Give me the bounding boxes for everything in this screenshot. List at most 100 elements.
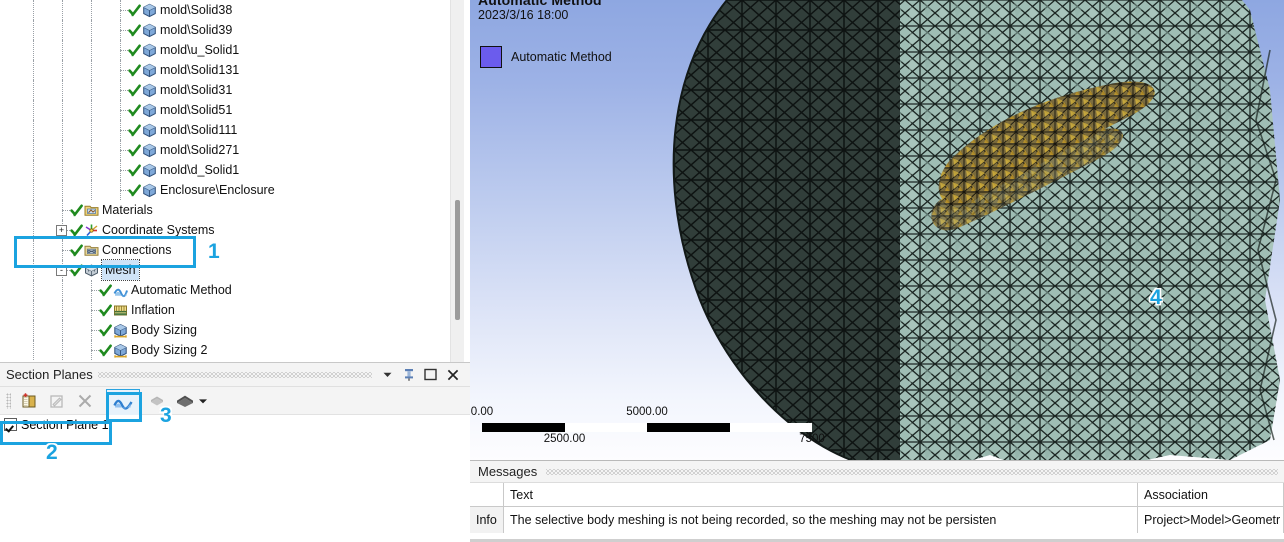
sidebar-item-coordinate-systems[interactable]: + Coordinate Systems [0,220,464,240]
panel-pin-icon[interactable] [400,366,417,383]
sidebar-item-materials[interactable]: Materials [0,200,464,220]
ruler-bar [482,423,812,432]
green-check-icon [70,204,83,217]
new-section-plane-button[interactable] [18,390,40,412]
message-text[interactable]: The selective body meshing is not being … [504,507,1138,533]
messages-column-header-row[interactable]: Text Association [470,483,1284,507]
tree-guide-line [62,100,63,120]
header-dot-fill [98,372,372,378]
tree-expander[interactable]: + [56,225,67,236]
sidebar-item-mold-solid31[interactable]: mold\Solid31 [0,80,464,100]
outline-tree-panel[interactable]: mold\Solid38 mold\Solid39 mold\u_Solid1 [0,0,464,362]
tree-guide-line [33,260,34,280]
messages-dot-fill [546,469,1278,475]
ruler-top-labels: 0.00 5000.00 [471,406,812,422]
panel-close-icon[interactable] [444,366,461,383]
sidebar-item-label: mold\Solid131 [160,63,240,77]
sidebar-item-body-sizing[interactable]: Body Sizing [0,320,464,340]
mesh-svg [672,0,1281,460]
sidebar-item-label: mold\d_Solid1 [160,163,240,177]
ruler-tick-label: 0.00 [470,406,494,418]
viewport-timestamp: 2023/3/16 18:00 [478,8,569,22]
ruler-segment [729,423,812,432]
solid-body-icon [142,63,157,78]
sidebar-item-mold-solid271[interactable]: mold\Solid271 [0,140,464,160]
automatic-method-icon [113,283,128,298]
tree-rows: mold\Solid38 mold\Solid39 mold\u_Solid1 [0,0,464,360]
sidebar-item-label: Enclosure\Enclosure [160,183,275,197]
tree-guide-line [91,20,92,40]
column-header[interactable] [470,483,504,507]
sidebar-item-inflation[interactable]: Inflation [0,300,464,320]
section-plane-checkbox[interactable] [4,418,17,431]
sidebar-item-automatic-method[interactable]: Automatic Method [0,280,464,300]
edit-section-plane-button[interactable] [46,390,68,412]
viewport-title: Automatic Method [478,0,602,8]
sidebar-item-body-sizing-2[interactable]: Body Sizing 2 [0,340,464,360]
table-row[interactable]: Info The selective body meshing is not be… [470,507,1284,533]
solid-body-icon [142,103,157,118]
tree-guide-line [91,180,92,200]
green-check-icon [128,84,141,97]
tree-guide-line [62,320,63,340]
sidebar-item-mold-solid111[interactable]: mold\Solid111 [0,120,464,140]
green-check-icon [128,4,141,17]
tree-guide-line [33,80,34,100]
sidebar-item-connections[interactable]: Connections [0,240,464,260]
tree-vertical-scrollbar[interactable] [450,0,464,362]
tree-guide-line [91,60,92,80]
column-header[interactable]: Text [504,483,1138,507]
column-header[interactable]: Association [1138,483,1284,507]
show-whole-elements-button[interactable] [106,389,140,417]
ruler-tick-label: 2500.00 [543,433,586,445]
sidebar-item-enclosure-enclosure[interactable]: Enclosure\Enclosure [0,180,464,200]
sidebar-item-mold-u-solid1[interactable]: mold\u_Solid1 [0,40,464,60]
solid-body-icon [142,183,157,198]
section-planes-header: Section Planes [0,363,470,387]
message-association[interactable]: Project>Model>Geometr [1138,507,1284,533]
sidebar-item-label: Coordinate Systems [102,223,215,237]
list-item[interactable]: Section Plane 1 [0,415,470,435]
sidebar-item-mold-d-solid1[interactable]: mold\d_Solid1 [0,160,464,180]
sidebar-item-mold-solid38[interactable]: mold\Solid38 [0,0,464,20]
tree-guide-line [62,300,63,320]
sidebar-item-label: mold\Solid31 [160,83,233,97]
delete-section-plane-button[interactable] [74,390,96,412]
tree-guide-line [33,240,34,260]
sidebar-item-mesh[interactable]: - Mesh [0,259,464,281]
mesh-icon [84,263,99,278]
graphics-viewport[interactable]: Automatic Method 2023/3/16 18:00 Automat… [470,0,1284,460]
solid-body-icon [142,83,157,98]
tree-expander[interactable]: - [56,265,67,276]
sidebar-item-mold-solid131[interactable]: mold\Solid131 [0,60,464,80]
tree-guide-line [62,20,63,40]
section-planes-list[interactable]: Section Plane 1 [0,415,470,542]
tree-guide-line [91,120,92,140]
mesh-geometry-render [470,0,1284,460]
sidebar-item-label: Body Sizing [131,323,198,337]
sidebar-item-mold-solid39[interactable]: mold\Solid39 [0,20,464,40]
cap-on-button[interactable] [174,390,196,412]
ruler-segment [482,423,565,432]
messages-grid[interactable]: Text Association Info The selective body m… [470,483,1284,533]
tree-guide-line [33,220,34,240]
sidebar-item-mold-solid51[interactable]: mold\Solid51 [0,100,464,120]
panel-maximize-icon[interactable] [422,366,439,383]
viewport-legend[interactable]: Automatic Method [480,46,612,68]
messages-header: Messages [470,461,1284,483]
message-severity[interactable]: Info [470,507,504,533]
tree-guide-line [33,100,34,120]
messages-panel: Messages Text Association Info The selecti… [470,460,1284,542]
solid-body-icon [142,163,157,178]
section-planes-toolbar [0,387,470,417]
tree-guide-line [91,160,92,180]
toolbar-overflow-icon[interactable] [196,390,210,412]
solid-body-icon [142,143,157,158]
scrollbar-thumb[interactable] [455,200,460,320]
tree-guide-line [62,0,63,20]
tree-guide-line [62,340,63,360]
tree-guide-line [33,60,34,80]
panel-dropdown-icon[interactable] [379,366,396,383]
cap-off-button[interactable] [146,390,168,412]
toolbar-grip-handle[interactable] [6,393,11,409]
